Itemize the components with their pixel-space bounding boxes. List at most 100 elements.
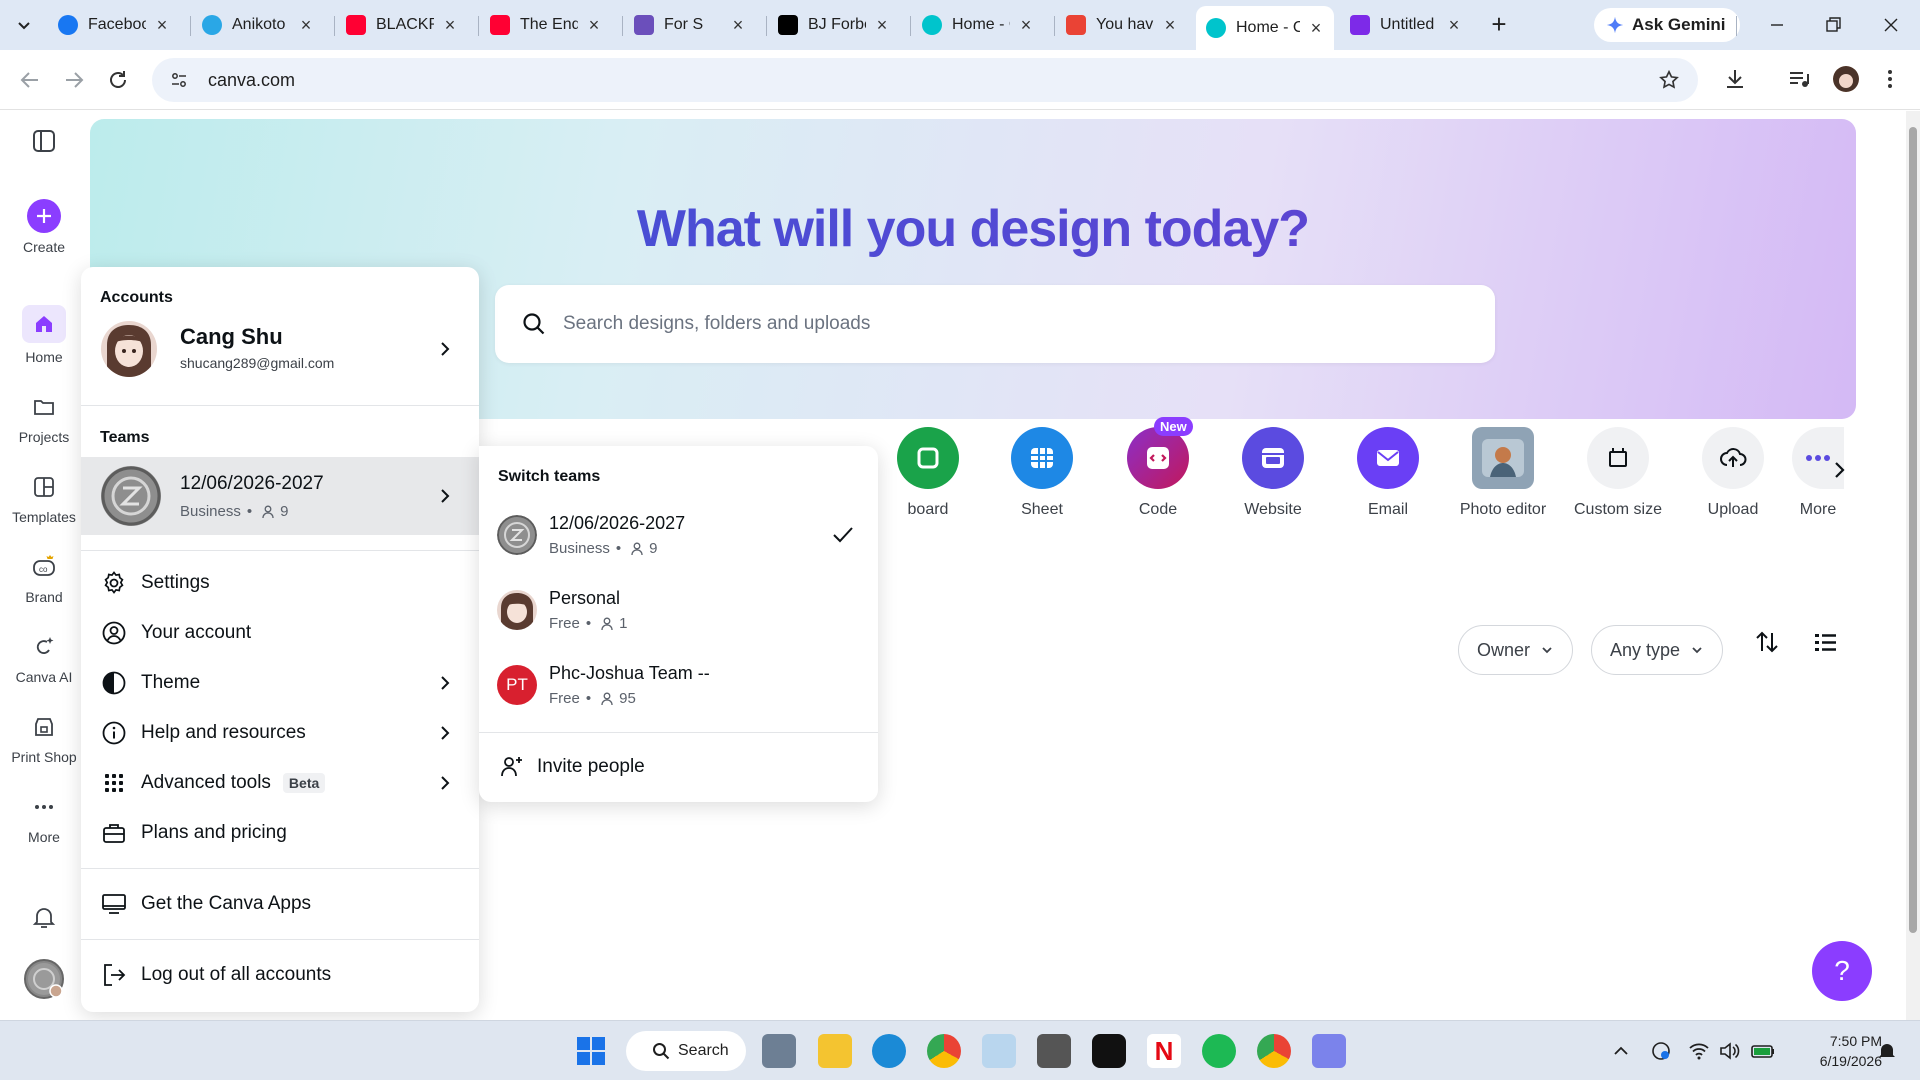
design-type-sheet[interactable]: Sheet [992, 427, 1092, 519]
edge-browser-icon[interactable] [872, 1034, 906, 1068]
menu-item-theme[interactable]: Theme [81, 658, 479, 708]
browser-tab[interactable]: Untitled × [1340, 8, 1472, 42]
system-clock[interactable]: 7:50 PM 6/19/2026 [1782, 1031, 1882, 1071]
notification-center-icon[interactable] [1876, 1040, 1898, 1062]
sidebar-item-create[interactable]: Create [0, 199, 88, 255]
scroll-right-button[interactable] [1824, 455, 1854, 485]
close-icon[interactable]: × [730, 16, 746, 34]
restore-button[interactable] [1818, 12, 1848, 38]
account-row[interactable]: Cang Shu shucang289@gmail.com [81, 311, 479, 387]
browser-tab[interactable]: For S × [624, 8, 756, 42]
menu-item-advanced-tools[interactable]: Advanced tools Beta [81, 758, 479, 808]
sidebar-item-templates[interactable]: Templates [0, 471, 88, 525]
menu-item-get-apps[interactable]: Get the Canva Apps [81, 879, 479, 929]
close-icon[interactable]: × [1446, 16, 1462, 34]
search-input[interactable] [563, 313, 1363, 335]
design-type-code[interactable]: New Code [1108, 417, 1208, 519]
forward-button[interactable] [58, 64, 90, 96]
browser-tab[interactable]: You have × [1056, 8, 1188, 42]
close-icon[interactable]: × [154, 16, 170, 34]
sidebar-item-brand[interactable]: co Brand [0, 551, 88, 605]
start-button[interactable] [574, 1034, 608, 1068]
browser-tab[interactable]: Home - Canva × [912, 8, 1044, 42]
close-icon[interactable]: × [586, 16, 602, 34]
search-bar[interactable] [495, 285, 1495, 363]
browser-tab[interactable]: Facebook × [48, 8, 180, 42]
sidebar-item-more[interactable]: More [0, 791, 88, 845]
spotify-app-icon[interactable] [1202, 1034, 1236, 1068]
netflix-app-icon[interactable]: N [1147, 1034, 1181, 1068]
close-icon[interactable]: × [298, 16, 314, 34]
file-explorer-icon[interactable] [818, 1034, 852, 1068]
menu-item-settings[interactable]: Settings [81, 558, 479, 608]
close-icon[interactable]: × [1308, 19, 1324, 37]
profile-avatar[interactable] [1833, 66, 1859, 92]
team-option-personal[interactable]: Personal Free • 1 [479, 573, 878, 647]
bookmark-star-icon[interactable] [1658, 69, 1680, 91]
app-icon[interactable] [1037, 1034, 1071, 1068]
browser-tab[interactable]: Anikoto × [192, 8, 324, 42]
menu-item-logout[interactable]: Log out of all accounts [81, 950, 479, 1000]
show-hidden-icons-button[interactable] [1610, 1040, 1632, 1062]
page-scrollbar[interactable] [1906, 111, 1920, 1020]
invite-people-button[interactable]: Invite people [479, 742, 878, 792]
chrome-browser-icon[interactable] [927, 1034, 961, 1068]
close-window-button[interactable] [1876, 12, 1906, 38]
notifications-button[interactable] [30, 903, 58, 931]
sidebar-item-canva-ai[interactable]: Canva AI [0, 631, 88, 685]
sidebar-item-projects[interactable]: Projects [0, 391, 88, 445]
current-team-row[interactable]: 12/06/2026-2027 Business • 9 [81, 457, 479, 535]
menu-item-plans-pricing[interactable]: Plans and pricing [81, 808, 479, 858]
design-type-email[interactable]: Email [1338, 427, 1438, 519]
network-status-icon[interactable] [1650, 1040, 1672, 1062]
taskbar-search[interactable]: Search [626, 1031, 746, 1071]
scrollbar-thumb[interactable] [1909, 127, 1917, 933]
close-icon[interactable]: × [874, 16, 890, 34]
browser-tab[interactable]: BLACKPINK × [336, 8, 468, 42]
chrome-active-icon[interactable] [1257, 1034, 1291, 1068]
design-type-upload[interactable]: Upload [1683, 427, 1783, 519]
tab-search-dropdown[interactable] [12, 13, 36, 37]
downloads-button[interactable] [1722, 66, 1748, 92]
ask-gemini-button[interactable]: Ask Gemini [1594, 8, 1740, 42]
menu-item-your-account[interactable]: Your account [81, 608, 479, 658]
close-icon[interactable]: × [1162, 16, 1178, 34]
design-type-custom-size[interactable]: Custom size [1568, 427, 1668, 519]
help-button[interactable]: ? [1812, 941, 1872, 1001]
design-type-website[interactable]: Website [1223, 427, 1323, 519]
address-bar[interactable]: canva.com [152, 58, 1698, 102]
team-option-phc-joshua[interactable]: PT Phc-Joshua Team -- Free • 95 [479, 648, 878, 722]
sidebar-item-print-shop[interactable]: Print Shop [0, 711, 88, 765]
sort-button[interactable] [1752, 627, 1782, 657]
browser-tab[interactable]: BJ Forbes × [768, 8, 900, 42]
new-tab-button[interactable]: + [1486, 11, 1512, 38]
browser-tab-active[interactable]: Home - Canva × [1196, 6, 1334, 50]
wifi-icon[interactable] [1688, 1040, 1710, 1062]
list-view-button[interactable] [1810, 627, 1840, 657]
briefcase-icon [103, 824, 125, 843]
snipping-tool-icon[interactable] [982, 1034, 1016, 1068]
owner-filter[interactable]: Owner [1458, 625, 1574, 675]
browser-tab[interactable]: The End × [480, 8, 612, 42]
close-icon[interactable]: × [442, 16, 458, 34]
design-type-photo-editor[interactable]: Photo editor [1453, 427, 1553, 519]
type-filter[interactable]: Any type [1591, 625, 1724, 675]
browser-menu-button[interactable] [1880, 66, 1900, 92]
close-icon[interactable]: × [1018, 16, 1034, 34]
calculator-app-icon[interactable] [762, 1034, 796, 1068]
toggle-sidebar-button[interactable] [30, 127, 58, 155]
battery-icon[interactable] [1750, 1040, 1776, 1062]
kebab-menu-icon [1888, 70, 1892, 88]
team-avatar-button[interactable] [24, 959, 64, 999]
teams-app-icon[interactable] [1312, 1034, 1346, 1068]
reload-button[interactable] [102, 64, 134, 96]
volume-icon[interactable] [1718, 1040, 1740, 1062]
design-type-whiteboard[interactable]: board [878, 427, 978, 519]
back-button[interactable] [14, 64, 46, 96]
team-option-selected[interactable]: 12/06/2026-2027 Business • 9 [479, 498, 878, 572]
minimize-button[interactable] [1762, 12, 1792, 38]
sidebar-item-home[interactable]: Home [0, 305, 88, 365]
upwork-app-icon[interactable] [1092, 1034, 1126, 1068]
menu-item-help[interactable]: Help and resources [81, 708, 479, 758]
media-controls-button[interactable] [1786, 66, 1812, 92]
